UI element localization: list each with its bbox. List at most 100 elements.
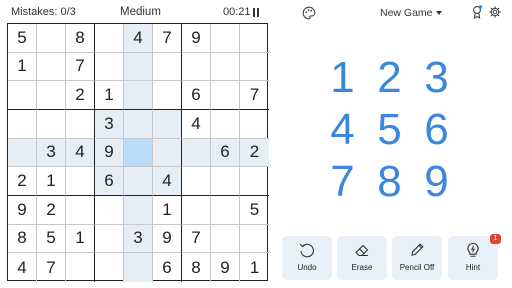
cell-r8c6[interactable]: 9 <box>153 224 182 254</box>
cell-r7c3[interactable] <box>66 195 95 225</box>
cell-r9c5[interactable] <box>124 253 153 282</box>
theme-icon[interactable] <box>302 6 316 20</box>
cell-r3c6[interactable] <box>153 81 182 110</box>
cell-r7c7[interactable] <box>182 195 211 225</box>
cell-r1c8[interactable] <box>211 24 240 53</box>
cell-r8c1[interactable]: 8 <box>8 224 37 254</box>
cell-r9c6[interactable]: 6 <box>153 253 182 282</box>
cell-r5c6[interactable] <box>153 138 182 168</box>
erase-button[interactable]: Erase <box>337 236 387 280</box>
cell-r2c2[interactable] <box>37 52 66 82</box>
cell-r4c8[interactable] <box>211 109 240 139</box>
cell-r9c9[interactable]: 1 <box>240 253 269 282</box>
chevron-down-icon[interactable] <box>436 11 442 15</box>
cell-r1c4[interactable] <box>95 24 124 53</box>
cell-r8c3[interactable]: 1 <box>66 224 95 254</box>
cell-r6c7[interactable] <box>182 167 211 196</box>
cell-r7c4[interactable] <box>95 195 124 225</box>
cell-r9c4[interactable] <box>95 253 124 282</box>
cell-r2c7[interactable] <box>182 52 211 82</box>
number-key-4[interactable]: 4 <box>319 104 366 156</box>
cell-r9c8[interactable]: 9 <box>211 253 240 282</box>
cell-r3c4[interactable]: 1 <box>95 81 124 110</box>
cell-r1c1[interactable]: 5 <box>8 24 37 53</box>
cell-r5c8[interactable]: 6 <box>211 138 240 168</box>
cell-r5c4[interactable]: 9 <box>95 138 124 168</box>
cell-r5c5[interactable] <box>124 138 153 168</box>
cell-r2c8[interactable] <box>211 52 240 82</box>
cell-r2c1[interactable]: 1 <box>8 52 37 82</box>
cell-r5c7[interactable] <box>182 138 211 168</box>
cell-r6c9[interactable] <box>240 167 269 196</box>
cell-r3c3[interactable]: 2 <box>66 81 95 110</box>
cell-r1c2[interactable] <box>37 24 66 53</box>
cell-r2c9[interactable] <box>240 53 269 82</box>
number-key-2[interactable]: 2 <box>366 52 413 104</box>
cell-r6c2[interactable]: 1 <box>37 167 66 196</box>
cell-r4c9[interactable] <box>240 110 269 139</box>
number-key-7[interactable]: 7 <box>319 156 366 208</box>
cell-r8c9[interactable] <box>240 225 269 254</box>
cell-r3c5[interactable] <box>124 81 153 110</box>
cell-r6c3[interactable] <box>66 167 95 196</box>
cell-r2c6[interactable] <box>153 52 182 82</box>
number-key-3[interactable]: 3 <box>413 52 460 104</box>
cell-r4c4[interactable]: 3 <box>95 109 124 139</box>
cell-r4c6[interactable] <box>153 109 182 139</box>
cell-r4c2[interactable] <box>37 109 66 139</box>
cell-r1c6[interactable]: 7 <box>153 24 182 53</box>
cell-r5c2[interactable]: 3 <box>37 138 66 168</box>
cell-r5c9[interactable]: 2 <box>240 138 269 168</box>
cell-r4c7[interactable]: 4 <box>182 109 211 139</box>
cell-r6c1[interactable]: 2 <box>8 167 37 196</box>
cell-r6c6[interactable]: 4 <box>153 167 182 196</box>
number-key-9[interactable]: 9 <box>413 156 460 208</box>
cell-r9c7[interactable]: 8 <box>182 253 211 282</box>
cell-r8c7[interactable]: 7 <box>182 224 211 254</box>
cell-r3c8[interactable] <box>211 81 240 110</box>
undo-button[interactable]: Undo <box>282 236 332 280</box>
pencil-icon <box>411 243 424 256</box>
cell-r9c3[interactable] <box>66 253 95 282</box>
cell-r7c1[interactable]: 9 <box>8 195 37 225</box>
cell-r1c5[interactable]: 4 <box>124 24 153 53</box>
cell-r8c4[interactable] <box>95 224 124 254</box>
cell-r7c6[interactable]: 1 <box>153 195 182 225</box>
cell-r3c9[interactable]: 7 <box>240 81 269 110</box>
cell-r1c3[interactable]: 8 <box>66 24 95 53</box>
cell-r6c4[interactable]: 6 <box>95 167 124 196</box>
number-key-5[interactable]: 5 <box>366 104 413 156</box>
cell-r6c8[interactable] <box>211 167 240 196</box>
cell-r3c1[interactable] <box>8 81 37 110</box>
cell-r9c2[interactable]: 7 <box>37 253 66 282</box>
cell-r1c7[interactable]: 9 <box>182 24 211 53</box>
number-key-1[interactable]: 1 <box>319 52 366 104</box>
cell-r2c5[interactable] <box>124 52 153 82</box>
cell-r1c9[interactable] <box>240 24 269 53</box>
cell-r4c1[interactable] <box>8 109 37 139</box>
gear-icon[interactable] <box>489 6 501 18</box>
cell-r4c5[interactable] <box>124 109 153 139</box>
cell-r2c4[interactable] <box>95 52 124 82</box>
cell-r7c9[interactable]: 5 <box>240 196 269 225</box>
cell-r5c1[interactable] <box>8 138 37 168</box>
cell-r3c7[interactable]: 6 <box>182 81 211 110</box>
cell-r7c2[interactable]: 2 <box>37 195 66 225</box>
pencil-button[interactable]: Pencil Off <box>392 236 442 280</box>
cell-r8c8[interactable] <box>211 224 240 254</box>
new-game-button[interactable]: New Game <box>380 7 433 19</box>
cell-r4c3[interactable] <box>66 109 95 139</box>
number-key-8[interactable]: 8 <box>366 156 413 208</box>
cell-r9c1[interactable]: 4 <box>8 253 37 282</box>
cell-r5c3[interactable]: 4 <box>66 138 95 168</box>
cell-r8c2[interactable]: 5 <box>37 224 66 254</box>
number-key-6[interactable]: 6 <box>413 104 460 156</box>
cell-r3c2[interactable] <box>37 81 66 110</box>
cell-r7c8[interactable] <box>211 195 240 225</box>
cell-r8c5[interactable]: 3 <box>124 224 153 254</box>
cell-r7c5[interactable] <box>124 195 153 225</box>
cell-r2c3[interactable]: 7 <box>66 52 95 82</box>
trophy-icon[interactable] <box>471 5 483 19</box>
pause-icon[interactable] <box>252 8 261 17</box>
cell-r6c5[interactable] <box>124 167 153 196</box>
